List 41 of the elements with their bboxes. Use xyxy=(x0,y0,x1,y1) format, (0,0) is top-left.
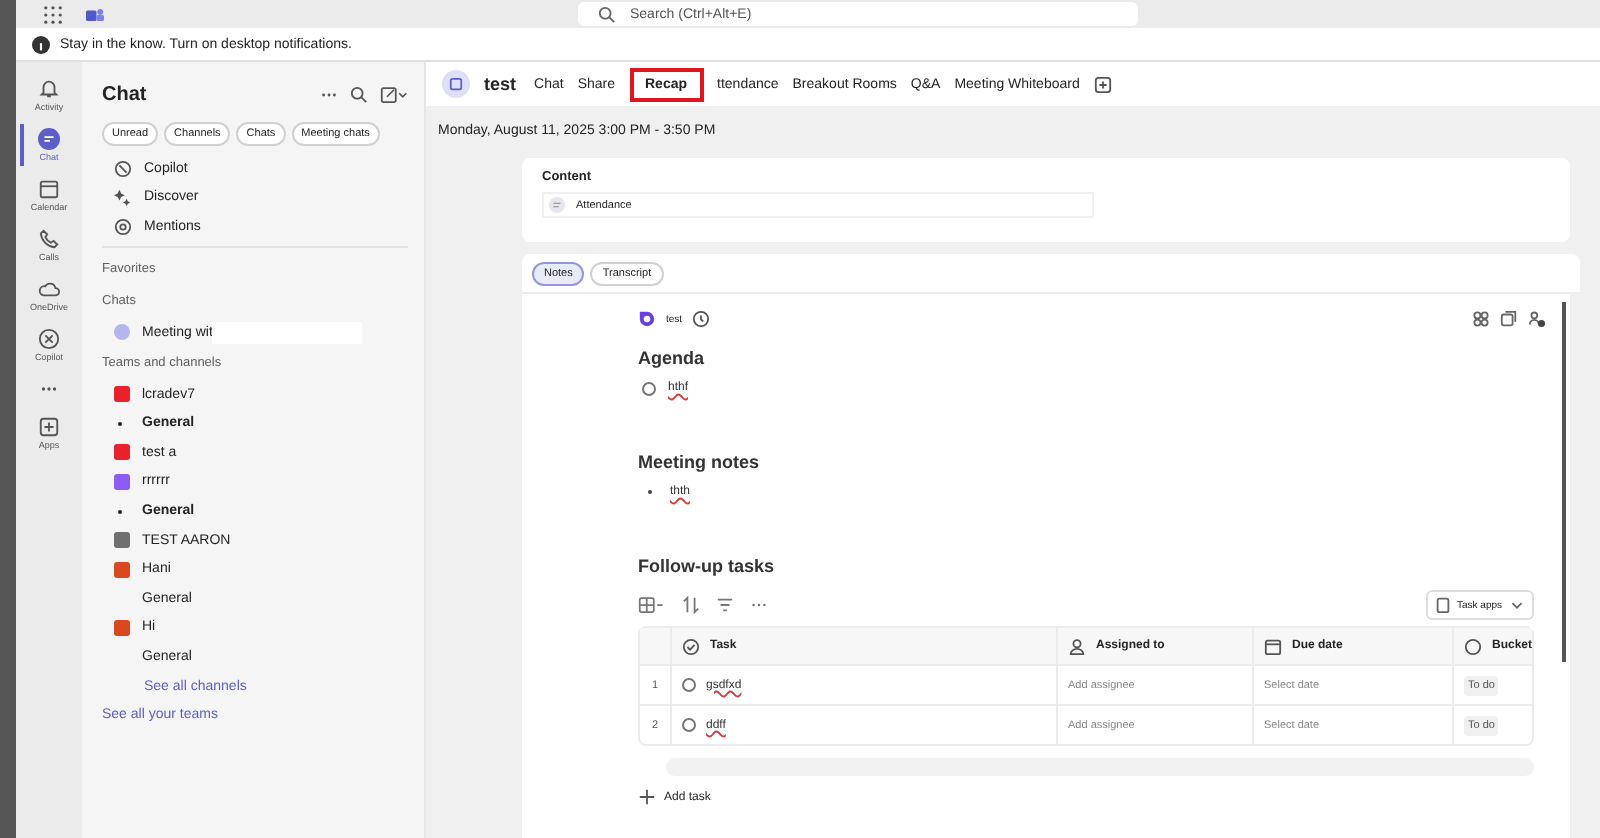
compose-icon[interactable] xyxy=(380,85,408,103)
table-view-icon[interactable] xyxy=(638,596,666,614)
filter-icon[interactable] xyxy=(716,596,734,614)
chat-icon xyxy=(38,128,60,150)
info-icon xyxy=(32,35,50,53)
clipboard-icon xyxy=(1433,596,1451,614)
section-heading: Meeting notes xyxy=(638,452,762,476)
people-icon[interactable] xyxy=(1528,310,1546,328)
at-sign-icon xyxy=(114,217,132,236)
section-heading: Agenda xyxy=(638,348,707,372)
chat-title: Chat xyxy=(102,83,147,105)
radio-icon[interactable] xyxy=(642,381,656,395)
check-circle-icon xyxy=(682,637,700,655)
clock-icon[interactable] xyxy=(692,310,711,328)
calendar-icon xyxy=(1264,637,1282,655)
avatar-icon xyxy=(114,324,130,341)
complete-task-icon[interactable] xyxy=(682,718,696,732)
apps-icon[interactable] xyxy=(1472,310,1490,328)
sort-icon[interactable] xyxy=(682,596,700,614)
cloud-icon xyxy=(38,278,60,300)
calendar-icon xyxy=(38,178,60,200)
meeting-avatar-icon xyxy=(442,70,470,98)
loop-logo-icon xyxy=(638,310,656,328)
phone-icon xyxy=(38,228,60,250)
app-launcher-icon[interactable] xyxy=(44,5,62,23)
section-heading: Follow-up tasks xyxy=(638,556,777,580)
sparkle-icon xyxy=(114,188,132,207)
copy-icon[interactable] xyxy=(1500,310,1518,328)
teams-logo-icon[interactable] xyxy=(86,5,104,23)
file-icon xyxy=(548,196,566,214)
plus-square-icon xyxy=(38,416,60,438)
search-icon xyxy=(598,5,616,23)
complete-task-icon[interactable] xyxy=(682,678,696,692)
person-icon xyxy=(1068,637,1086,655)
bell-icon xyxy=(38,78,60,100)
add-tab-icon[interactable] xyxy=(1093,75,1112,93)
plus-icon xyxy=(638,788,656,806)
search-icon[interactable] xyxy=(350,85,368,103)
meeting-title: test xyxy=(484,74,517,94)
circle-icon xyxy=(1464,637,1482,655)
vertical-scrollbar[interactable] xyxy=(1562,302,1566,662)
